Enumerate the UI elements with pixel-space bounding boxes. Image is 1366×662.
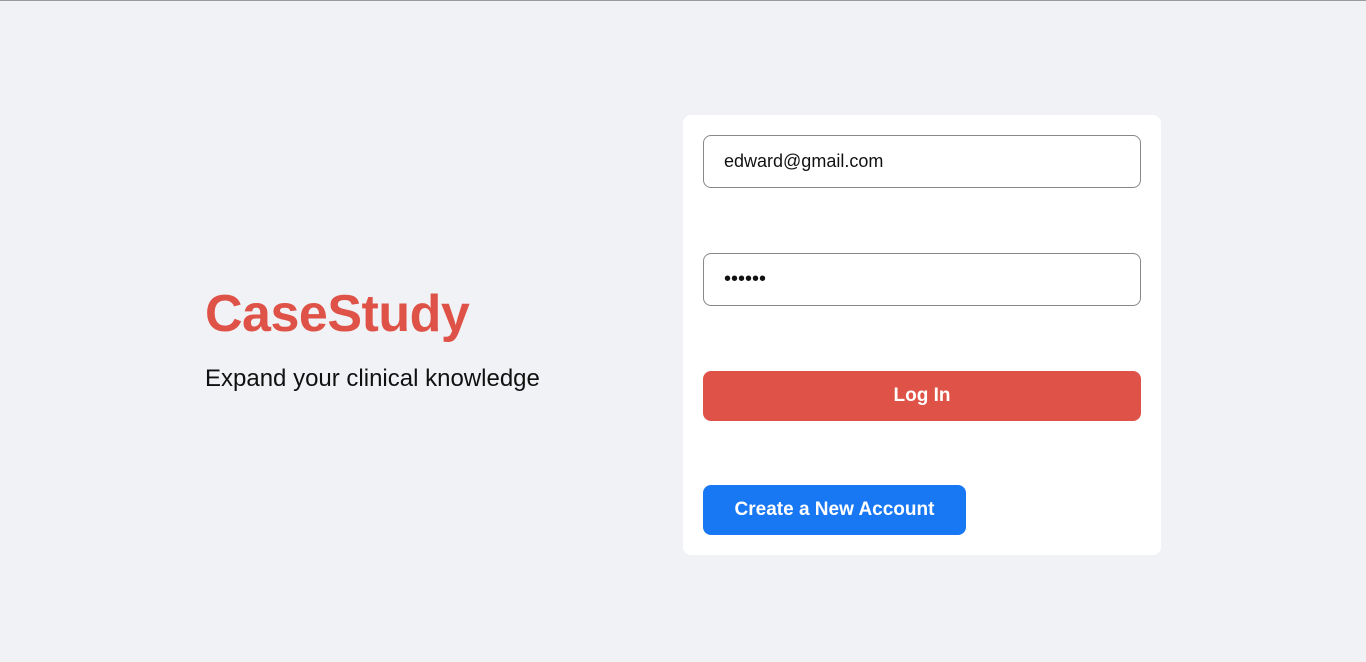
email-input[interactable]	[703, 135, 1141, 188]
create-account-button[interactable]: Create a New Account	[703, 485, 966, 535]
brand-tagline: Expand your clinical knowledge	[205, 365, 540, 392]
brand-section: CaseStudy Expand your clinical knowledge	[205, 283, 540, 393]
brand-logo: CaseStudy	[205, 285, 470, 343]
login-button[interactable]: Log In	[703, 371, 1141, 421]
login-card: Log In Create a New Account	[683, 115, 1161, 555]
password-input[interactable]	[703, 253, 1141, 306]
